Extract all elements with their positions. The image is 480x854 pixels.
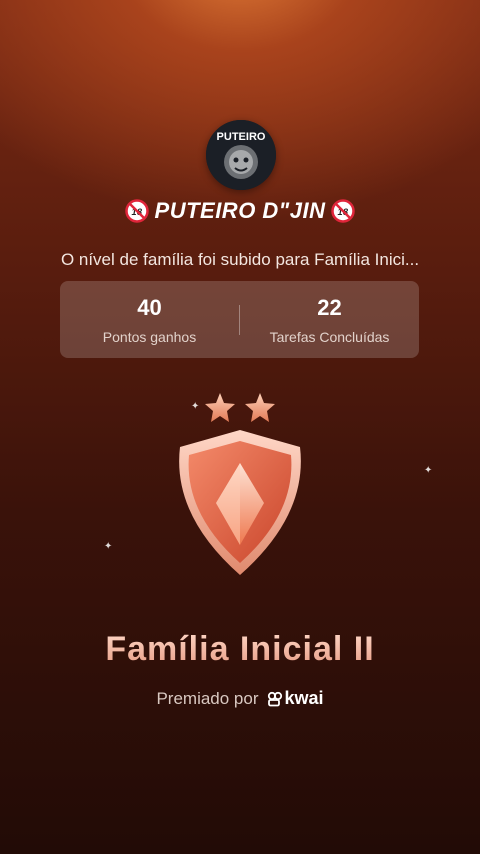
awarded-by-row: Premiado por kwai <box>0 688 480 709</box>
stats-card: 40 Pontos ganhos 22 Tarefas Concluídas <box>60 281 419 358</box>
stat-label: Pontos ganhos <box>102 328 197 345</box>
kwai-brand: kwai <box>284 688 324 708</box>
no-under-18-icon: 18 <box>124 199 149 223</box>
avatar-logo-icon: PUTEIRO <box>206 120 276 190</box>
group-name-row: 18 PUTEIRO D"JIN 18 <box>0 198 480 224</box>
stat-label: Tarefas Concluídas <box>269 328 390 345</box>
group-name: PUTEIRO D"JIN <box>154 198 326 223</box>
sparkle-icon: ✦ <box>424 465 433 476</box>
sparkle-icon: ✦ <box>104 541 113 552</box>
stat-value: 40 <box>137 294 162 320</box>
kwai-logo: kwai <box>267 688 324 709</box>
stat-tasks: 22 Tarefas Concluídas <box>240 295 419 345</box>
awarded-by-label: Premiado por <box>156 688 259 708</box>
stat-value: 22 <box>317 294 342 320</box>
star-icon <box>205 393 235 422</box>
avatar-text: PUTEIRO <box>217 131 266 143</box>
no-under-18-icon: 18 <box>331 199 356 223</box>
stat-points: 40 Pontos ganhos <box>60 295 239 345</box>
level-name: Família Inicial II <box>0 630 480 669</box>
kwai-icon <box>267 691 282 706</box>
star-icon <box>245 393 275 422</box>
group-avatar[interactable]: PUTEIRO <box>206 120 276 190</box>
level-badge <box>179 393 301 575</box>
level-up-message: O nível de família foi subido para Famíl… <box>60 250 420 269</box>
